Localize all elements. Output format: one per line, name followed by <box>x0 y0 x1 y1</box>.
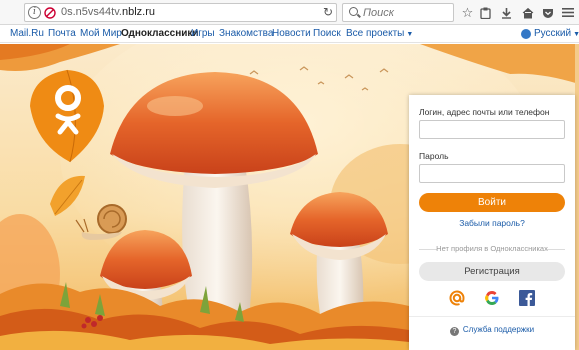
google-icon[interactable] <box>484 290 500 306</box>
clipboard-icon[interactable] <box>476 3 495 22</box>
portal-link-mail[interactable]: Почта <box>48 28 76 39</box>
portal-link-search[interactable]: Поиск <box>313 28 341 39</box>
portal-link-mymir[interactable]: Мой Мир <box>80 28 122 39</box>
menu-icon[interactable] <box>558 3 577 22</box>
portal-link-dating[interactable]: Знакомства <box>219 28 273 39</box>
no-profile-divider: Нет профиля в Одноклассниках <box>419 244 565 254</box>
reload-icon[interactable]: ↻ <box>323 5 333 19</box>
login-button[interactable]: Войти <box>419 193 565 212</box>
url-text: 0s.n5vs44tv.nblz.ru <box>61 6 155 18</box>
portal-bar: Mail.Ru Почта Мой Мир Одноклассники Игры… <box>0 25 579 43</box>
login-label: Логин, адрес почты или телефон <box>419 107 550 117</box>
register-button[interactable]: Регистрация <box>419 262 565 281</box>
browser-search-input[interactable] <box>363 5 451 20</box>
chevron-down-icon: ▼ <box>406 31 414 38</box>
home-icon[interactable] <box>518 3 537 22</box>
ok-logo-icon <box>30 69 104 163</box>
portal-link-mailru[interactable]: Mail.Ru <box>10 28 44 39</box>
download-icon[interactable] <box>497 3 516 22</box>
help-icon: ? <box>449 327 459 336</box>
support-link[interactable]: ? Служба поддержки <box>409 325 575 336</box>
browser-toolbar: i 0s.n5vs44tv.nblz.ru ↻ ☆ <box>0 0 579 25</box>
language-selector[interactable]: Русский ▼ <box>534 28 579 39</box>
divider <box>409 316 575 317</box>
search-icon <box>349 7 358 16</box>
language-label: Русский <box>534 28 572 39</box>
login-panel: Логин, адрес почты или телефон Пароль Во… <box>409 95 575 350</box>
portal-link-news[interactable]: Новости <box>272 28 311 39</box>
globe-icon <box>521 29 531 39</box>
portal-link-odnoklassniki[interactable]: Одноклассники <box>121 28 199 39</box>
facebook-icon[interactable] <box>519 290 535 306</box>
site-icon <box>44 7 56 19</box>
support-label: Служба поддержки <box>462 325 535 334</box>
no-profile-text: Нет профиля в Одноклассниках <box>436 244 548 253</box>
browser-search[interactable] <box>342 3 454 22</box>
mailru-icon[interactable] <box>449 290 465 306</box>
star-icon[interactable]: ☆ <box>458 3 477 22</box>
password-field[interactable] <box>419 164 565 183</box>
portal-link-games[interactable]: Игры <box>191 28 215 39</box>
address-bar[interactable]: i 0s.n5vs44tv.nblz.ru ↻ <box>24 3 337 22</box>
password-label: Пароль <box>419 151 449 161</box>
portal-link-all-projects[interactable]: Все проекты ▼ <box>346 28 413 39</box>
pocket-icon[interactable] <box>538 3 557 22</box>
login-field[interactable] <box>419 120 565 139</box>
chevron-down-icon: ▼ <box>573 31 579 38</box>
info-icon[interactable]: i <box>28 6 41 19</box>
forgot-password-link[interactable]: Забыли пароль? <box>409 218 575 228</box>
all-projects-label: Все проекты <box>346 28 405 39</box>
